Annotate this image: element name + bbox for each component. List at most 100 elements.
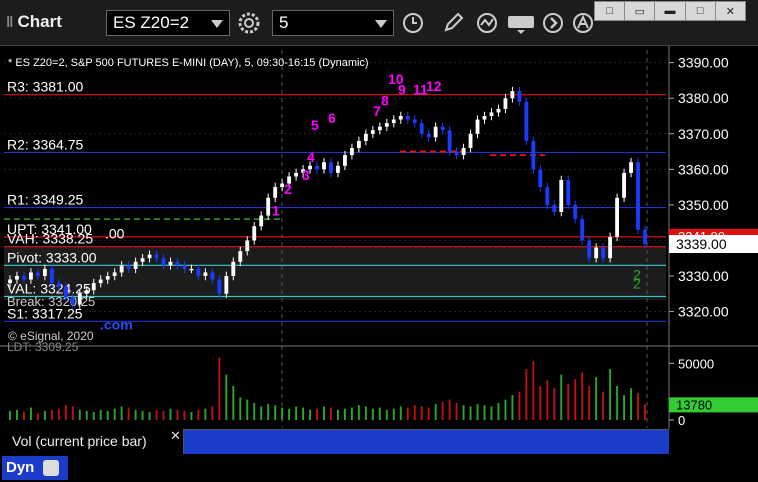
sequence-label: 4	[307, 149, 315, 165]
sequence-label: 10	[388, 71, 404, 87]
candle-body	[140, 258, 145, 262]
price-tick-label: 3390.00	[678, 55, 729, 71]
candle-body	[210, 272, 215, 280]
candle-body	[42, 268, 47, 276]
candle-body	[622, 172, 626, 198]
navigate-icon[interactable]	[540, 10, 566, 36]
sequence-label: 5	[311, 117, 319, 133]
price-tick-label: 3360.00	[678, 161, 729, 177]
chevron-down-icon	[375, 20, 387, 28]
candle-body	[238, 251, 243, 262]
sequence-label: 1	[272, 203, 280, 219]
volume-tick-label: 0	[678, 413, 685, 428]
maximize-icon[interactable]: □	[686, 2, 716, 20]
candle-body	[15, 276, 19, 280]
candle-body	[133, 261, 138, 269]
symbol-dropdown[interactable]: ES Z20=2	[106, 10, 230, 36]
close-icon[interactable]: ✕	[716, 2, 745, 20]
candle-body	[259, 215, 264, 227]
candle-body	[189, 268, 194, 271]
candle-body	[370, 130, 375, 134]
sequence-label: 6	[328, 110, 336, 126]
lock-icon	[42, 460, 59, 477]
candle-body	[329, 162, 333, 173]
candle-body	[482, 116, 487, 120]
level-label: R3: 3381.00	[7, 79, 83, 95]
interval-dropdown[interactable]: 5	[272, 10, 394, 36]
candle-body	[538, 169, 543, 188]
dynamic-button[interactable]: Dyn	[2, 456, 68, 480]
last-price-text: 3339.00	[676, 236, 727, 252]
candle-body	[454, 151, 459, 156]
symbol-value: ES Z20=2	[113, 13, 190, 32]
candle-body	[203, 272, 208, 276]
window-controls: □ ▭ ▬ □ ✕	[594, 1, 746, 21]
candle-body	[343, 155, 347, 166]
price-tick-label: 3330.00	[678, 268, 729, 284]
candle-body	[266, 197, 271, 216]
candle-body	[629, 162, 633, 173]
price-tick-label: 3370.00	[678, 126, 729, 142]
candle-body	[391, 119, 396, 124]
window-title-text: Chart	[17, 12, 62, 31]
candle-body	[147, 254, 152, 259]
candle-body	[440, 126, 445, 131]
gear-icon[interactable]	[236, 10, 262, 36]
candle-body	[405, 116, 410, 120]
candle-body	[545, 187, 550, 205]
candle-body	[580, 219, 585, 241]
link-icon[interactable]: □	[595, 2, 626, 20]
restore-icon[interactable]: ▭	[625, 2, 656, 20]
chevron-down-icon	[211, 20, 223, 28]
candle-body	[468, 133, 473, 148]
candle-body	[426, 133, 431, 138]
candle-body	[461, 148, 466, 156]
candle-body	[377, 126, 382, 131]
volume-panel-label: Vol (current price bar)	[2, 429, 184, 454]
close-panel-icon[interactable]: ✕	[170, 428, 181, 444]
candle-body	[84, 290, 89, 294]
alert-icon[interactable]	[570, 10, 596, 36]
candle-body	[412, 119, 417, 124]
candle-body	[419, 123, 424, 134]
candle-body	[63, 286, 68, 298]
candle-body	[503, 98, 508, 109]
price-chart[interactable]: R3: 3381.00R2: 3364.75R1: 3349.25UPT: 33…	[0, 46, 758, 454]
clock-icon[interactable]	[400, 10, 426, 36]
candle-body	[356, 140, 361, 148]
candle-body	[175, 261, 180, 266]
axis-corner	[669, 429, 758, 454]
chart-window: ‖ Chart ES Z20=2 5 □ ▭ ▬ □ ✕ R3: 3381.00…	[0, 0, 758, 482]
partial-label: .00	[105, 226, 125, 242]
candle-body	[56, 283, 61, 287]
pencil-icon[interactable]	[440, 10, 466, 36]
candle-body	[35, 272, 40, 276]
candle-body	[433, 126, 438, 138]
candle-body	[587, 240, 592, 259]
candle-body	[552, 204, 557, 212]
candle-body	[224, 276, 229, 294]
window-title: ‖ Chart	[6, 12, 62, 32]
candle-body	[70, 297, 75, 305]
candle-body	[294, 172, 299, 177]
get-data-icon[interactable]	[506, 10, 536, 36]
copyright: © eSignal, 2020	[8, 329, 94, 343]
minimize-icon[interactable]: ▬	[655, 2, 686, 20]
price-tick-label: 3350.00	[678, 197, 729, 213]
candle-body	[91, 283, 96, 291]
candle-body	[601, 247, 606, 259]
dyn-label: Dyn	[6, 459, 35, 476]
candle-body	[161, 258, 166, 266]
candle-body	[496, 108, 501, 113]
candle-body	[245, 240, 250, 252]
partial-label: Break: 3320.25	[7, 294, 95, 309]
volume-axis[interactable]: 0 50000 13780	[669, 356, 758, 428]
price-tick-label: 3320.00	[678, 304, 729, 320]
sequence-label: 12	[426, 78, 442, 94]
grip-icon[interactable]: ‖	[6, 14, 13, 31]
candle-body	[573, 204, 578, 220]
study-icon[interactable]	[474, 10, 500, 36]
volume-panel	[9, 357, 646, 420]
level-label: Pivot: 3333.00	[7, 249, 97, 265]
volume-tick-label: 50000	[678, 356, 714, 371]
